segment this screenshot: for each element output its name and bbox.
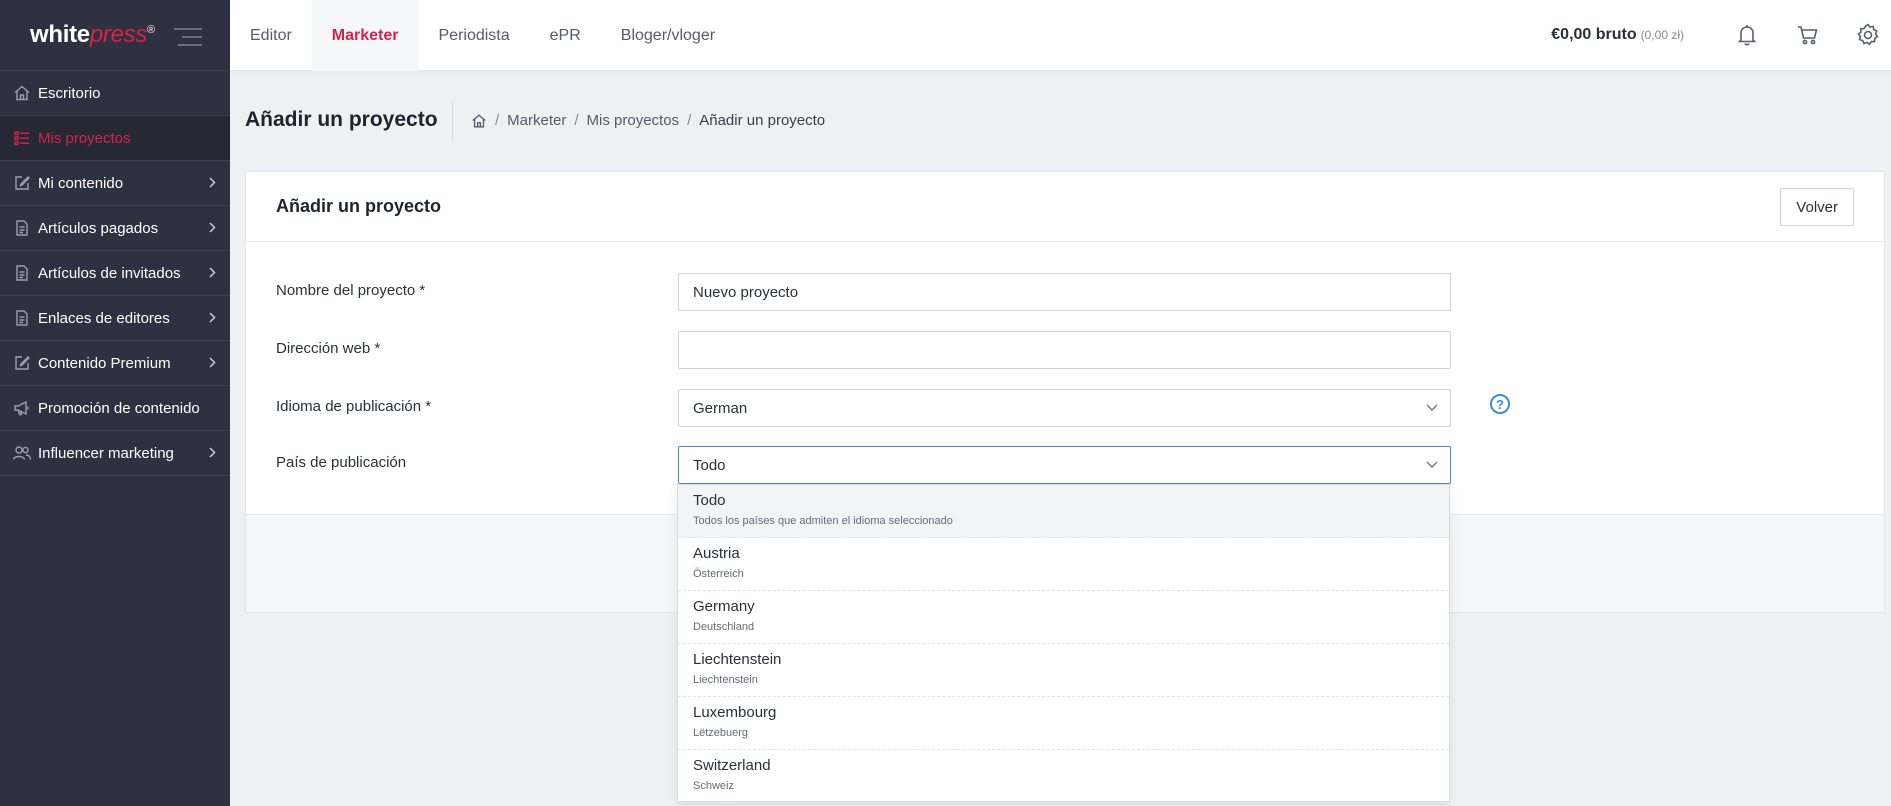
sidebar-item-label: Artículos pagados — [38, 219, 159, 237]
title-divider — [452, 101, 453, 141]
sidebar-item-mi-contenido[interactable]: Mi contenido — [0, 161, 230, 206]
page-title: Añadir un proyecto — [245, 108, 438, 131]
country-selected-value: Todo — [693, 456, 726, 474]
back-button[interactable]: Volver — [1780, 188, 1854, 226]
sidebar-item-contenido-premium[interactable]: Contenido Premium — [0, 341, 230, 386]
sidebar-item-label: Artículos de invitados — [38, 264, 181, 282]
sidebar-item-label: Promoción de contenido — [38, 399, 200, 417]
project-form-card: Añadir un proyecto Volver Nombre del pro… — [245, 171, 1885, 515]
country-option-luxembourg[interactable]: Luxembourg Lëtzebuerg — [678, 697, 1449, 750]
gear-icon[interactable] — [1855, 22, 1881, 48]
country-option-liechtenstein[interactable]: Liechtenstein Liechtenstein — [678, 644, 1449, 697]
sidebar-item-promocion-de-contenido[interactable]: Promoción de contenido — [0, 386, 230, 431]
language-label: Idioma de publicación * — [276, 398, 432, 415]
sidebar-item-label: Influencer marketing — [38, 444, 174, 462]
tab-marketer[interactable]: Marketer — [311, 0, 419, 71]
tab-epr[interactable]: ePR — [530, 0, 601, 71]
role-tabs: Editor Marketer Periodista ePR Bloger/vl… — [230, 0, 735, 71]
sidebar-item-influencer-marketing[interactable]: Influencer marketing — [0, 431, 230, 476]
home-icon[interactable] — [471, 113, 487, 129]
card-header: Añadir un proyecto Volver — [246, 172, 1884, 242]
country-option-switzerland[interactable]: Switzerland Schweiz — [678, 750, 1449, 803]
sidebar-item-enlaces-de-editores[interactable]: Enlaces de editores — [0, 296, 230, 341]
project-name-input[interactable] — [678, 273, 1451, 311]
option-name: Switzerland — [693, 757, 771, 774]
sidebar-item-label: Enlaces de editores — [38, 309, 170, 327]
edit-icon — [12, 353, 32, 373]
sidebar-item-label: Mis proyectos — [38, 129, 131, 147]
country-select[interactable]: Todo — [678, 446, 1451, 484]
option-local-name: Lëtzebuerg — [693, 727, 749, 739]
document-icon — [12, 308, 32, 328]
option-local-name: Deutschland — [693, 621, 755, 633]
logo-mark: ® — [147, 24, 155, 36]
balance-amount: €0,00 bruto — [1551, 26, 1637, 43]
logo[interactable]: whitepress® — [30, 21, 155, 49]
sidebar-item-label: Contenido Premium — [38, 354, 171, 372]
chevron-down-icon — [1426, 404, 1438, 412]
help-icon[interactable]: ? — [1490, 394, 1510, 414]
cart-icon[interactable] — [1795, 22, 1821, 48]
chevron-down-icon — [1426, 461, 1438, 469]
chevron-right-icon — [209, 312, 216, 323]
chevron-right-icon — [209, 267, 216, 278]
option-local-name: Österreich — [693, 568, 744, 580]
chevron-right-icon — [209, 357, 216, 368]
bell-icon[interactable] — [1734, 22, 1760, 48]
home-icon — [12, 83, 32, 103]
chevron-right-icon — [209, 177, 216, 188]
option-name: Austria — [693, 545, 740, 562]
sidebar: whitepress® Escritorio Mis proyectos Mi … — [0, 0, 230, 806]
option-name: Luxembourg — [693, 704, 777, 721]
logo-bar: whitepress® — [0, 0, 230, 71]
breadcrumb-marketer[interactable]: Marketer — [507, 112, 566, 129]
sidebar-item-label: Escritorio — [38, 84, 101, 102]
chevron-right-icon — [209, 447, 216, 458]
language-selected-value: German — [693, 399, 748, 417]
tab-bloger-vloger[interactable]: Bloger/vloger — [601, 0, 735, 71]
document-icon — [12, 263, 32, 283]
country-label: País de publicación — [276, 454, 407, 471]
list-icon — [12, 128, 32, 148]
website-input[interactable] — [678, 331, 1451, 369]
balance-sub: (0,00 zł) — [1640, 28, 1684, 42]
megaphone-icon — [12, 398, 32, 418]
sidebar-item-mis-proyectos[interactable]: Mis proyectos — [0, 116, 230, 161]
breadcrumb-separator: / — [495, 112, 500, 129]
sidebar-item-label: Mi contenido — [38, 174, 124, 192]
breadcrumb-separator: / — [574, 112, 579, 129]
menu-toggle-icon[interactable] — [174, 28, 202, 52]
option-name: Todo — [693, 492, 726, 509]
country-option-germany[interactable]: Germany Deutschland — [678, 591, 1449, 644]
edit-icon — [12, 173, 32, 193]
option-local-name: Todos los países que admiten el idioma s… — [693, 515, 953, 527]
sidebar-item-articulos-pagados[interactable]: Artículos pagados — [0, 206, 230, 251]
card-title: Añadir un proyecto — [276, 196, 442, 216]
logo-text: white — [30, 21, 90, 48]
tab-periodista[interactable]: Periodista — [419, 0, 530, 71]
country-dropdown: Todo Todos los países que admiten el idi… — [677, 484, 1450, 802]
chevron-right-icon — [209, 222, 216, 233]
option-name: Liechtenstein — [693, 651, 782, 668]
country-option-todo[interactable]: Todo Todos los países que admiten el idi… — [678, 485, 1449, 538]
breadcrumb-separator: / — [687, 112, 692, 129]
users-icon — [12, 443, 32, 463]
language-select[interactable]: German — [678, 389, 1451, 427]
sidebar-item-articulos-de-invitados[interactable]: Artículos de invitados — [0, 251, 230, 296]
tab-editor[interactable]: Editor — [230, 0, 312, 71]
option-local-name: Liechtenstein — [693, 674, 758, 686]
balance[interactable]: €0,00 bruto (0,00 zł) — [1551, 26, 1684, 44]
document-icon — [12, 218, 32, 238]
logo-text-italic: press — [89, 21, 148, 48]
option-local-name: Schweiz — [693, 780, 734, 792]
sidebar-item-escritorio[interactable]: Escritorio — [0, 71, 230, 116]
breadcrumb-current: Añadir un proyecto — [699, 112, 826, 129]
country-option-austria[interactable]: Austria Österreich — [678, 538, 1449, 591]
top-bar: Editor Marketer Periodista ePR Bloger/vl… — [230, 0, 1891, 71]
option-name: Germany — [693, 598, 755, 615]
project-name-label: Nombre del proyecto * — [276, 282, 426, 299]
website-label: Dirección web * — [276, 340, 381, 357]
breadcrumb-mis-proyectos[interactable]: Mis proyectos — [587, 112, 680, 129]
breadcrumb: / Marketer / Mis proyectos / Añadir un p… — [471, 112, 825, 129]
